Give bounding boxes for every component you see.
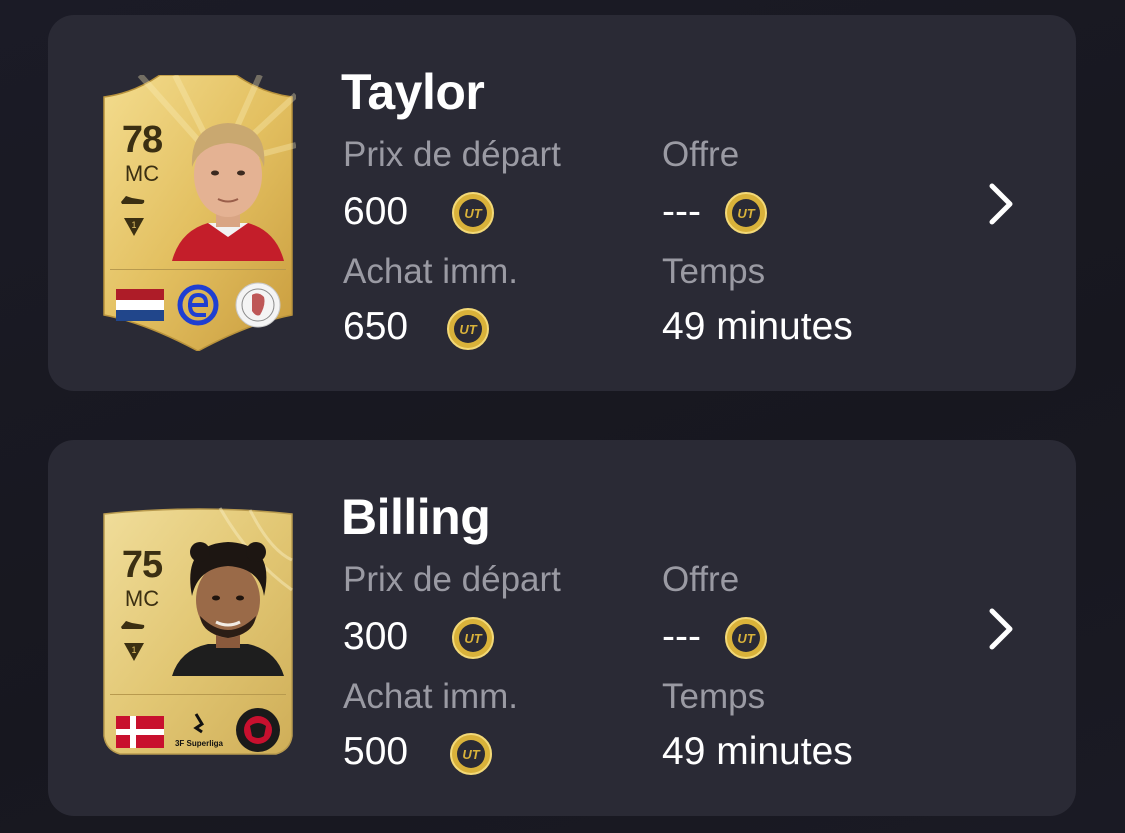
player-card: 78 MC 1 — [100, 75, 296, 351]
chemistry-icon: 1 — [124, 218, 144, 236]
chevron-right-icon[interactable] — [986, 607, 1016, 651]
transfer-listing[interactable]: 75 MC 1 3F Superliga Billing Prix de dép… — [48, 440, 1076, 816]
time-label: Temps — [662, 252, 766, 291]
time-remaining: 49 minutes — [662, 730, 853, 773]
svg-text:UT: UT — [464, 206, 482, 221]
boot-icon — [121, 621, 145, 629]
start-price-label: Prix de départ — [343, 135, 561, 174]
nation-flag-icon — [116, 289, 164, 321]
ut-coin-icon: UT — [725, 617, 767, 659]
bid-value: --- — [662, 190, 701, 233]
buy-now-label: Achat imm. — [343, 677, 519, 716]
transfer-listing[interactable]: 78 MC 1 Taylor Prix de départ 600 UT Ach… — [48, 15, 1076, 391]
nation-flag-icon — [116, 716, 164, 748]
player-position: MC — [124, 161, 160, 186]
start-price-label: Prix de départ — [343, 560, 561, 599]
time-remaining: 49 minutes — [662, 305, 853, 348]
svg-text:UT: UT — [464, 631, 482, 646]
bid-value: --- — [662, 615, 701, 658]
chemistry-value: 1 — [131, 645, 136, 655]
bid-label: Offre — [662, 560, 740, 599]
player-name: Billing — [341, 489, 491, 545]
ut-coin-icon: UT — [452, 617, 494, 659]
buy-now-value: 650 — [343, 305, 409, 348]
league-name: 3F Superliga — [175, 739, 224, 748]
bid-label: Offre — [662, 135, 740, 174]
ut-coin-icon: UT — [452, 192, 494, 234]
ut-coin-icon: UT — [450, 733, 492, 775]
card-divider — [110, 694, 286, 695]
player-photo — [172, 123, 284, 261]
chevron-right-icon[interactable] — [986, 182, 1016, 226]
start-price-value: 300 — [343, 615, 409, 658]
time-label: Temps — [662, 677, 766, 716]
svg-text:UT: UT — [462, 747, 480, 762]
league-logo-icon — [177, 284, 219, 326]
chemistry-value: 1 — [131, 220, 136, 230]
card-divider — [110, 269, 286, 270]
svg-text:UT: UT — [737, 631, 755, 646]
player-position: MC — [124, 586, 160, 611]
player-photo — [172, 542, 284, 676]
buy-now-value: 500 — [343, 730, 409, 773]
player-rating: 78 — [121, 119, 163, 161]
player-name: Taylor — [341, 64, 485, 120]
club-crest-icon — [236, 708, 280, 752]
player-rating: 75 — [121, 544, 163, 586]
ut-coin-icon: UT — [725, 192, 767, 234]
boot-icon — [121, 196, 145, 204]
start-price-value: 600 — [343, 190, 409, 233]
svg-text:UT: UT — [737, 206, 755, 221]
chemistry-icon: 1 — [124, 643, 144, 661]
ut-coin-icon: UT — [447, 308, 489, 350]
svg-text:UT: UT — [459, 322, 477, 337]
club-crest-icon — [235, 282, 281, 328]
buy-now-label: Achat imm. — [343, 252, 519, 291]
player-card: 75 MC 1 3F Superliga — [100, 500, 296, 776]
league-logo-icon: 3F Superliga — [175, 713, 224, 748]
